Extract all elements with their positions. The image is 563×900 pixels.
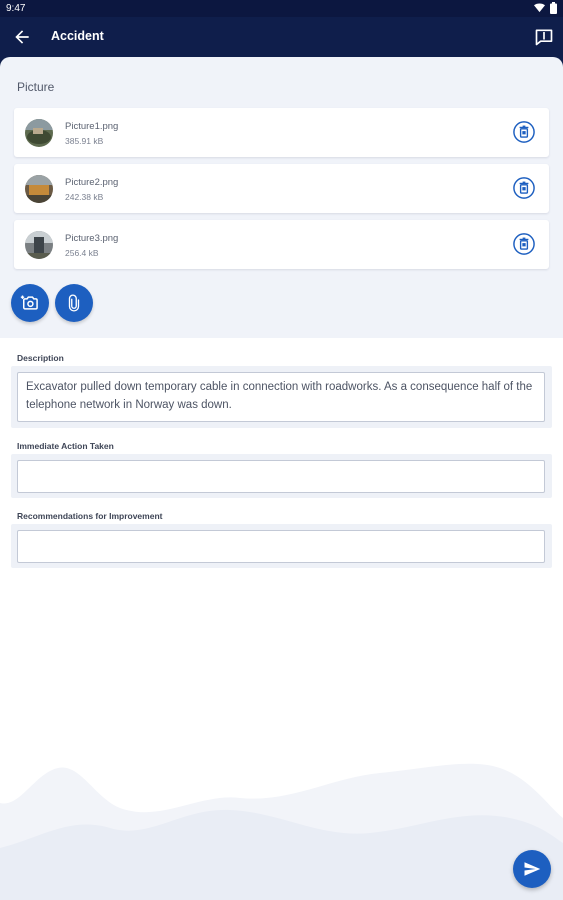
file-name: Picture1.png [65,121,119,132]
immediate-action-label: Immediate Action Taken [17,441,114,451]
file-thumbnail [25,175,53,203]
file-size: 242.38 kB [65,192,104,202]
file-name: Picture3.png [65,233,119,244]
attach-file-button[interactable] [55,284,93,322]
app-bar: Accident [0,17,563,57]
paperclip-icon [68,294,80,312]
camera-plus-icon [20,295,38,310]
recommendations-label: Recommendations for Improvement [17,511,163,521]
trash-icon[interactable] [513,233,535,255]
send-button[interactable] [513,850,551,888]
picture-section-title: Picture [17,80,55,94]
help-book-icon[interactable] [534,27,554,47]
wifi-icon [534,3,545,13]
file-thumbnail [25,231,53,259]
file-size: 385.91 kB [65,136,104,146]
trash-icon[interactable] [513,177,535,199]
trash-icon[interactable] [513,121,535,143]
recommendations-field[interactable] [17,530,545,563]
file-item[interactable]: Picture3.png 256.4 kB [14,220,549,269]
send-icon [524,862,541,876]
file-item[interactable]: Picture2.png 242.38 kB [14,164,549,213]
immediate-action-field[interactable] [17,460,545,493]
battery-icon [550,2,557,14]
status-time: 9:47 [6,3,26,14]
file-name: Picture2.png [65,177,119,188]
content-sheet: Picture Picture1.png 385.91 kB Picture2.… [0,57,563,900]
system-icons [534,2,557,14]
file-thumbnail [25,119,53,147]
description-label: Description [17,353,64,363]
page-title: Accident [51,29,104,43]
status-bar: 9:47 [0,0,563,17]
form-area: Description Excavator pulled down tempor… [0,338,563,900]
back-arrow-icon[interactable] [12,27,32,47]
description-field[interactable]: Excavator pulled down temporary cable in… [17,372,545,422]
file-item[interactable]: Picture1.png 385.91 kB [14,108,549,157]
file-size: 256.4 kB [65,248,99,258]
add-photo-button[interactable] [11,284,49,322]
